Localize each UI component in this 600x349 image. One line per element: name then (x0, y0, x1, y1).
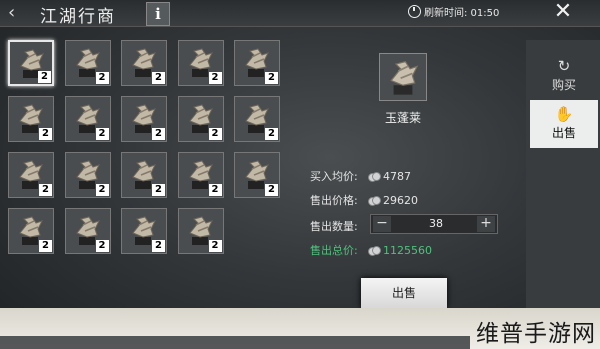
tab-buy-label: 购买 (551, 78, 576, 92)
inventory-slot[interactable]: 2 (177, 152, 224, 198)
selected-item-name: 玉蓬莱 (384, 111, 421, 125)
sell-price-row: 售出价格: 29620 (310, 192, 418, 208)
inventory-slot[interactable]: 2 (121, 208, 167, 254)
minus-button[interactable]: − (373, 216, 391, 232)
inventory-slot[interactable]: 2 (64, 40, 111, 86)
item-count-badge: 2 (38, 71, 51, 83)
refresh-time-label: 刷新时间: 01:50 (424, 8, 500, 19)
inventory-slot[interactable]: 2 (8, 152, 54, 198)
back-icon[interactable]: ‹ (8, 2, 32, 24)
bottom-status-strip (0, 336, 470, 349)
inventory-slot[interactable]: 2 (121, 40, 167, 86)
top-bar: ‹ 江湖行商 i 刷新时间: 01:50 ✕ (0, 0, 600, 27)
sell-total-label: 售出总价: (310, 244, 358, 257)
refresh-timer: 刷新时间: 01:50 (408, 4, 499, 19)
item-count-badge: 2 (265, 72, 278, 84)
item-count-badge: 2 (95, 240, 109, 252)
tab-sell-label: 出售 (551, 126, 576, 140)
sell-price-value: 29620 (383, 193, 418, 207)
item-count-badge: 2 (152, 128, 165, 140)
quantity-stepper: − 38 + (370, 214, 498, 234)
watermark: 维普手游网 (476, 321, 596, 347)
item-count-badge: 2 (39, 128, 52, 140)
item-count-badge: 2 (39, 184, 52, 196)
sell-qty-row: 售出数量: (310, 218, 368, 234)
inventory-slot[interactable]: 2 (8, 208, 54, 254)
item-count-badge: 2 (265, 184, 278, 196)
sell-price-label: 售出价格: (310, 194, 358, 207)
sell-button[interactable]: 出售 (361, 278, 447, 308)
close-button[interactable]: ✕ (544, 0, 582, 26)
silver-coin-icon (368, 245, 381, 256)
item-count-badge: 2 (152, 72, 165, 84)
buy-avg-value: 4787 (383, 169, 411, 183)
inventory-slot[interactable]: 2 (177, 40, 224, 86)
item-count-badge: 2 (95, 72, 109, 84)
sell-qty-label: 售出数量: (310, 220, 358, 233)
inventory-slot[interactable]: 2 (64, 152, 111, 198)
plus-button[interactable]: + (477, 216, 495, 232)
inventory-slot[interactable]: 2 (8, 96, 54, 142)
inventory-slot[interactable]: 2 (8, 40, 54, 86)
inventory-slot[interactable]: 2 (234, 96, 280, 142)
sell-total-value: 1125560 (383, 243, 432, 257)
item-count-badge: 2 (152, 240, 165, 252)
tab-buy[interactable]: ↻ 购买 (530, 52, 598, 100)
quantity-value[interactable]: 38 (411, 217, 461, 230)
item-count-badge: 2 (39, 240, 52, 252)
info-button[interactable]: i (146, 2, 170, 26)
inventory-slot[interactable]: 2 (64, 208, 111, 254)
clock-icon (408, 5, 421, 18)
buy-icon: ↻ (557, 57, 571, 75)
buy-avg-label: 买入均价: (310, 170, 358, 183)
inventory-slot[interactable]: 2 (121, 96, 167, 142)
selected-item-icon (379, 53, 427, 101)
item-count-badge: 2 (265, 128, 278, 140)
buy-avg-row: 买入均价: 4787 (310, 168, 411, 184)
sell-icon: ✋ (554, 105, 574, 123)
silver-coin-icon (368, 171, 381, 182)
inventory-slot[interactable]: 2 (234, 152, 280, 198)
inventory-slot[interactable]: 2 (234, 40, 280, 86)
tab-sell[interactable]: ✋ 出售 (530, 100, 598, 148)
sell-total-row: 售出总价: 1125560 (310, 242, 432, 258)
inventory-slot[interactable]: 2 (121, 152, 167, 198)
item-count-badge: 2 (95, 184, 109, 196)
item-count-badge: 2 (208, 128, 222, 140)
inventory-slot[interactable]: 2 (177, 208, 224, 254)
page-title: 江湖行商 (40, 7, 116, 27)
item-count-badge: 2 (152, 184, 165, 196)
inventory-slot[interactable]: 2 (177, 96, 224, 142)
item-count-badge: 2 (208, 72, 222, 84)
item-count-badge: 2 (208, 184, 222, 196)
item-count-badge: 2 (95, 128, 109, 140)
item-count-badge: 2 (208, 240, 222, 252)
inventory-slot[interactable]: 2 (64, 96, 111, 142)
silver-coin-icon (368, 195, 381, 206)
